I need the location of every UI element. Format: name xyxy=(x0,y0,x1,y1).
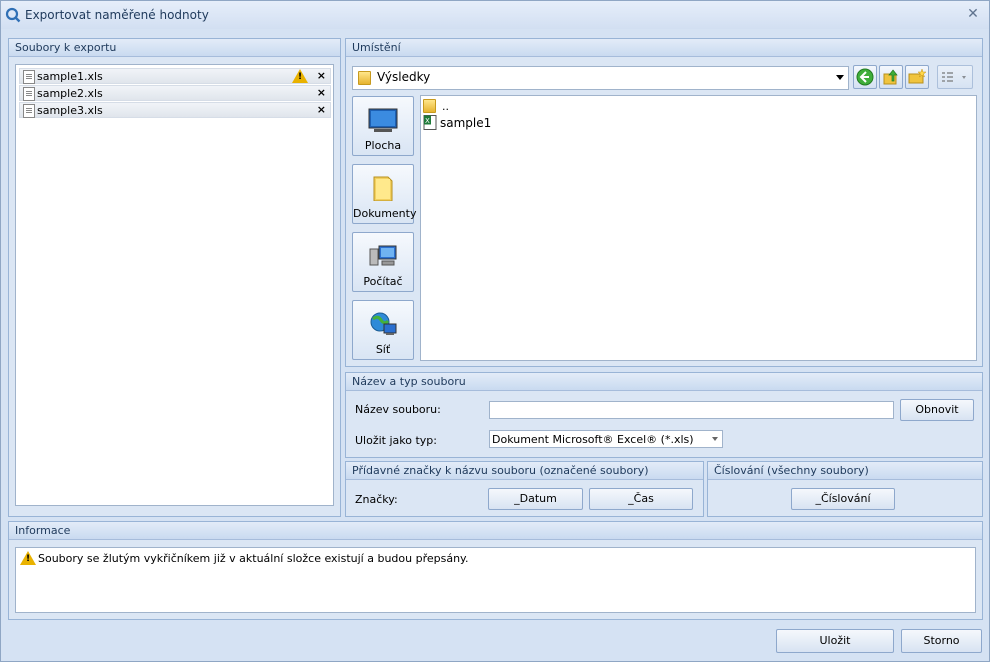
remove-file-icon[interactable]: × xyxy=(317,86,326,100)
up-folder-button[interactable] xyxy=(879,65,903,89)
document-icon xyxy=(23,70,35,84)
remove-file-icon[interactable]: × xyxy=(317,103,326,117)
close-icon[interactable]: ✕ xyxy=(965,6,981,22)
document-icon xyxy=(23,104,35,118)
file-name: sample3.xls xyxy=(37,104,103,117)
new-folder-icon xyxy=(908,68,927,84)
warning-icon: ! xyxy=(292,69,308,83)
tags-panel-header: Přídavné značky k názvu souboru (označen… xyxy=(346,462,703,480)
remove-file-icon[interactable]: × xyxy=(317,69,326,83)
info-panel: Informace ! Soubory se žlutým vykřičníke… xyxy=(8,521,983,620)
place-label: Dokumenty xyxy=(353,207,417,220)
documents-folder-icon xyxy=(373,176,393,201)
type-label: Uložit jako typ: xyxy=(355,434,437,447)
files-panel-header: Soubory k exportu xyxy=(9,39,340,57)
browser-item-label: .. xyxy=(442,100,449,113)
browser-item-label: sample1 xyxy=(440,116,492,130)
files-list[interactable]: sample1.xls ! × sample2.xls × sample3.xl… xyxy=(15,64,334,506)
place-label: Síť xyxy=(375,343,391,356)
date-tag-button[interactable]: _Datum xyxy=(488,488,583,510)
info-message: Soubory se žlutým vykřičníkem již v aktu… xyxy=(38,552,469,565)
folder-up-icon xyxy=(883,69,898,85)
place-label: Plocha xyxy=(364,139,402,152)
numbering-panel: Číslování (všechny soubory) _Číslování xyxy=(707,461,983,517)
tags-panel: Přídavné značky k názvu souboru (označen… xyxy=(345,461,704,517)
refresh-button[interactable]: Obnovit xyxy=(900,399,974,421)
file-name: sample2.xls xyxy=(37,87,103,100)
svg-text:X: X xyxy=(425,117,430,125)
folder-combo[interactable]: Výsledky xyxy=(352,66,849,90)
file-row[interactable]: sample2.xls × xyxy=(19,85,331,101)
folder-icon xyxy=(358,71,371,85)
view-menu-button[interactable] xyxy=(937,65,973,89)
export-dialog: Exportovat naměřené hodnoty ✕ Soubory k … xyxy=(0,0,990,662)
place-label: Počítač xyxy=(363,275,403,288)
desktop-icon xyxy=(368,108,398,132)
place-computer-button[interactable]: Počítač xyxy=(352,232,414,292)
browser-item[interactable]: X sample1 xyxy=(423,115,503,131)
files-panel: Soubory k exportu sample1.xls ! × sample… xyxy=(8,38,341,517)
document-icon xyxy=(23,87,35,101)
numbering-panel-header: Číslování (všechny soubory) xyxy=(708,462,982,480)
chevron-down-icon xyxy=(836,75,844,80)
window-title: Exportovat naměřené hodnoty xyxy=(25,8,209,22)
tags-label: Značky: xyxy=(355,493,398,506)
info-box: ! Soubory se žlutým vykřičníkem již v ak… xyxy=(15,547,976,613)
file-browser[interactable]: .. X sample1 xyxy=(420,95,977,361)
place-network-button[interactable]: Síť xyxy=(352,300,414,360)
warning-icon: ! xyxy=(20,551,36,565)
place-documents-button[interactable]: Dokumenty xyxy=(352,164,417,224)
save-button[interactable]: Uložit xyxy=(776,629,894,653)
computer-icon xyxy=(369,245,397,266)
back-button[interactable] xyxy=(853,65,877,89)
excel-file-icon: X xyxy=(423,115,437,130)
info-panel-header: Informace xyxy=(9,522,982,540)
parent-folder-icon xyxy=(423,99,436,113)
filename-label: Název souboru: xyxy=(355,403,441,416)
app-logo-icon xyxy=(5,7,21,23)
file-name: sample1.xls xyxy=(37,70,103,83)
new-folder-button[interactable] xyxy=(905,65,929,89)
numbering-button[interactable]: _Číslování xyxy=(791,488,895,510)
chevron-down-icon xyxy=(712,437,718,441)
cancel-button[interactable]: Storno xyxy=(901,629,982,653)
file-row[interactable]: sample1.xls ! × xyxy=(19,68,331,84)
back-arrow-icon xyxy=(856,68,874,86)
location-panel-header: Umístění xyxy=(346,39,982,57)
view-list-icon xyxy=(942,72,966,82)
place-desktop-button[interactable]: Plocha xyxy=(352,96,414,156)
file-type-value: Dokument Microsoft® Excel® (*.xls) xyxy=(492,433,694,446)
network-icon xyxy=(370,312,397,335)
browser-item[interactable]: .. xyxy=(423,98,503,114)
location-panel: Umístění Výsledky Plocha Dokumenty Počít… xyxy=(345,38,983,367)
name-type-panel-header: Název a typ souboru xyxy=(346,373,982,391)
filename-input[interactable] xyxy=(489,401,894,419)
time-tag-button[interactable]: _Čas xyxy=(589,488,693,510)
title-bar: Exportovat naměřené hodnoty ✕ xyxy=(1,1,989,29)
current-folder: Výsledky xyxy=(377,70,431,84)
name-type-panel: Název a typ souboru Název souboru: Obnov… xyxy=(345,372,983,458)
file-type-select[interactable]: Dokument Microsoft® Excel® (*.xls) xyxy=(489,430,723,448)
file-row[interactable]: sample3.xls × xyxy=(19,102,331,118)
